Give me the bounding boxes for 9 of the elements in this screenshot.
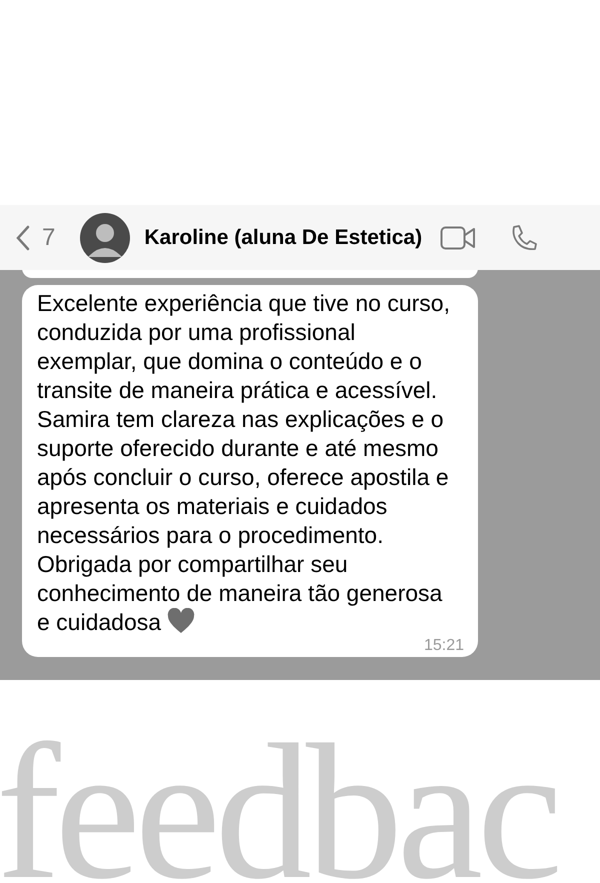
message-text: Excelente experiência que tive no curso, conduzida por uma profissional exemplar, que domina o conteúdo e o transite de maneira prática e acessível. Samira tem clareza nas explicações e o suporte oferecido durante e até mesmo após concluir o curso, oferece apostila e apresenta os materiais e cuidados necessários para o procedimento. Obrigada por compartilhar seu conhecimento de maneira tão generosa e cuidadosa bbox=[37, 289, 450, 637]
avatar[interactable] bbox=[80, 212, 130, 262]
video-call-icon[interactable] bbox=[440, 226, 476, 250]
back-icon bbox=[16, 224, 30, 250]
message-time: 15:21 bbox=[424, 637, 464, 655]
contact-name: Karoline (aluna De Estetica) bbox=[144, 224, 422, 251]
back-button[interactable]: 7 bbox=[16, 220, 56, 256]
heart-icon bbox=[167, 608, 196, 634]
phone-icon[interactable] bbox=[510, 224, 538, 252]
